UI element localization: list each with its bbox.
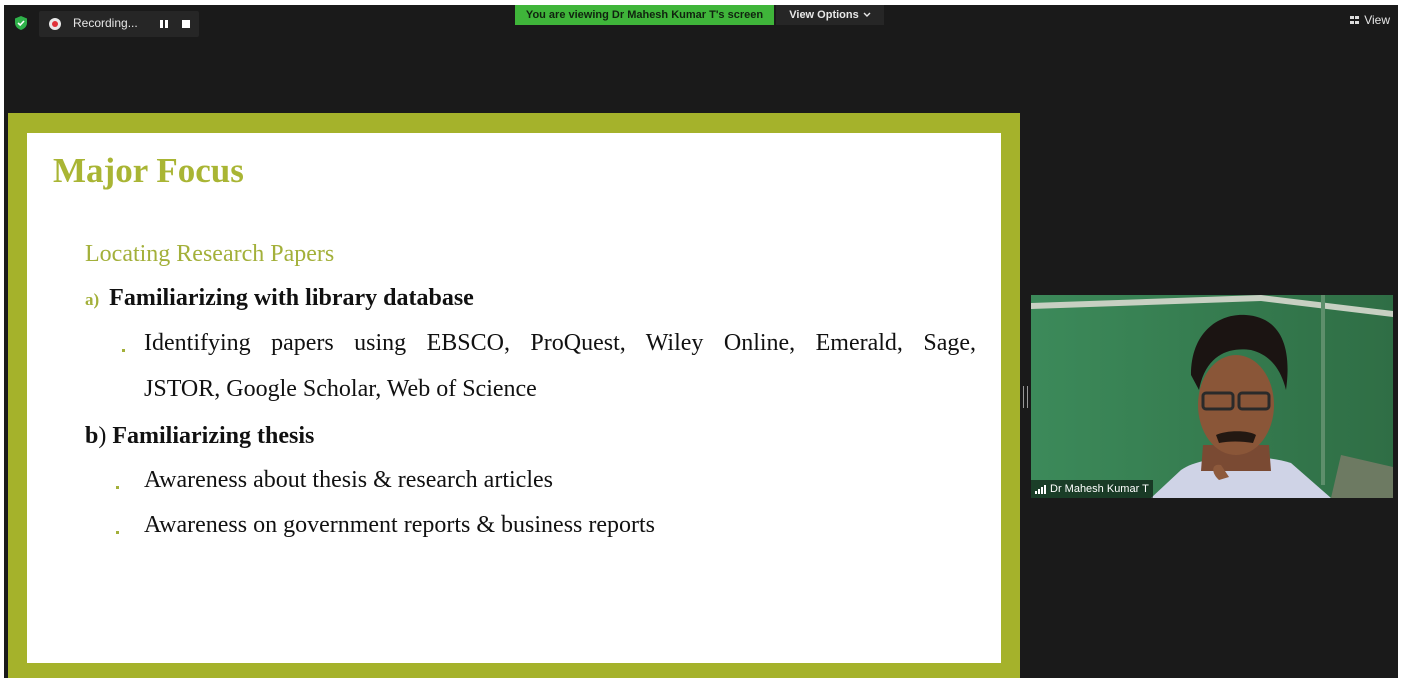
list-item-b-text: Familiarizing thesis: [112, 423, 315, 449]
list-item-a: a) Familiarizing with library database: [85, 285, 474, 312]
view-options-button[interactable]: View Options: [776, 5, 884, 25]
list-marker-a: a): [85, 290, 100, 309]
panel-resize-handle[interactable]: [1023, 386, 1028, 408]
list-marker-b: b: [85, 423, 99, 449]
view-options-label: View Options: [789, 9, 859, 21]
video-feed: [1031, 295, 1393, 498]
slide-subtitle: Locating Research Papers: [85, 241, 335, 267]
participant-video[interactable]: Dr Mahesh Kumar T: [1031, 295, 1393, 498]
bullet-dot: [116, 531, 119, 534]
signal-icon: [1035, 484, 1046, 494]
pause-icon[interactable]: [157, 18, 171, 30]
recording-indicator: Recording...: [39, 11, 199, 37]
chevron-down-icon: [863, 12, 871, 17]
zoom-window: Recording... You are viewing Dr Mahesh K…: [4, 5, 1398, 678]
list-item-b: b) Familiarizing thesis: [85, 423, 314, 450]
bullet-item: Awareness about thesis & research articl…: [144, 467, 553, 493]
recording-label: Recording...: [73, 16, 138, 30]
list-item-a-text: Familiarizing with library database: [109, 285, 474, 311]
presentation-slide: Major Focus Locating Research Papers a) …: [27, 133, 1001, 663]
shared-screen: Major Focus Locating Research Papers a) …: [8, 113, 1020, 678]
list-marker-b-paren: ): [98, 423, 107, 449]
stop-icon[interactable]: [182, 20, 190, 28]
bullet-item: Identifying papers using EBSCO, ProQuest…: [144, 330, 976, 356]
bullet-dot: [116, 486, 119, 489]
viewing-banner: You are viewing Dr Mahesh Kumar T's scre…: [515, 5, 774, 25]
record-icon: [49, 18, 61, 30]
view-label: View: [1364, 13, 1390, 27]
shield-icon[interactable]: [13, 15, 29, 31]
bullet-dot: [122, 349, 125, 352]
view-button[interactable]: View: [1350, 13, 1390, 27]
slide-title: Major Focus: [53, 151, 244, 190]
bullet-item: Awareness on government reports & busine…: [144, 512, 656, 538]
grid-icon: [1350, 15, 1360, 25]
participant-name-tag: Dr Mahesh Kumar T: [1031, 480, 1153, 498]
participant-name: Dr Mahesh Kumar T: [1050, 483, 1149, 495]
bullet-item: JSTOR, Google Scholar, Web of Science: [144, 376, 537, 402]
